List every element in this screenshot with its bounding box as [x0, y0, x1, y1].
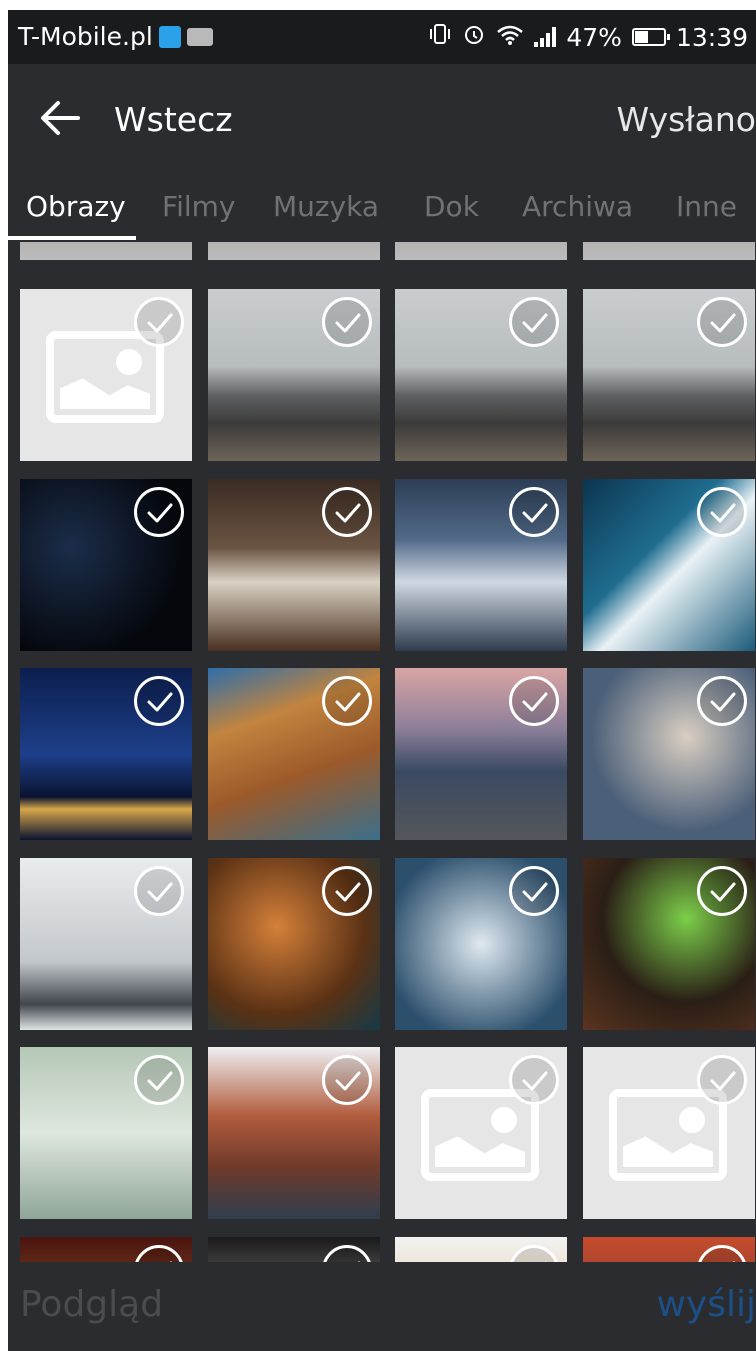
image-placeholder-icon — [421, 1089, 539, 1181]
preview-button[interactable]: Podgląd — [20, 1284, 163, 1325]
tab-filmy[interactable]: Filmy — [162, 190, 235, 223]
image-placeholder-icon — [46, 331, 164, 423]
image-tile[interactable] — [208, 1237, 380, 1262]
image-tile[interactable] — [208, 242, 380, 260]
active-tab-indicator — [8, 236, 136, 240]
image-tile[interactable] — [208, 668, 380, 840]
checkmark-icon[interactable] — [322, 487, 372, 537]
image-tile[interactable] — [583, 289, 755, 461]
status-bar: T-Mobile.pl 47% 13:39 — [8, 10, 756, 64]
battery-icon — [631, 28, 670, 46]
checkmark-icon[interactable] — [134, 676, 184, 726]
carrier-name: T-Mobile.pl — [18, 22, 153, 51]
clock: 13:39 — [675, 22, 748, 52]
checkmark-icon[interactable] — [509, 1245, 559, 1262]
checkmark-icon[interactable] — [134, 297, 184, 347]
image-tile[interactable] — [395, 858, 567, 1030]
back-arrow-icon[interactable] — [38, 96, 82, 140]
back-button[interactable]: Wstecz — [114, 100, 233, 139]
phone-screen: T-Mobile.pl 47% 13:39 Wstecz Wysłano Obr… — [8, 10, 756, 1351]
vibrate-icon — [428, 23, 452, 51]
checkmark-icon[interactable] — [509, 1055, 559, 1105]
checkmark-icon[interactable] — [697, 297, 747, 347]
checkmark-icon[interactable] — [322, 1055, 372, 1105]
checkmark-icon[interactable] — [134, 1245, 184, 1262]
image-placeholder-icon — [609, 1089, 727, 1181]
checkmark-icon[interactable] — [697, 487, 747, 537]
image-placeholder-tile[interactable] — [395, 1047, 567, 1219]
image-tile[interactable] — [583, 242, 755, 260]
sent-button[interactable]: Wysłano — [617, 100, 756, 139]
image-tile[interactable] — [583, 668, 755, 840]
checkmark-icon[interactable] — [509, 297, 559, 347]
image-tile[interactable] — [583, 479, 755, 651]
image-tile[interactable] — [208, 858, 380, 1030]
image-placeholder-tile[interactable] — [583, 1047, 755, 1219]
image-tile[interactable] — [20, 1047, 192, 1219]
image-tile[interactable] — [208, 289, 380, 461]
image-tile[interactable] — [208, 479, 380, 651]
status-bar-left: T-Mobile.pl — [18, 22, 213, 51]
checkmark-icon[interactable] — [322, 297, 372, 347]
checkmark-icon[interactable] — [134, 487, 184, 537]
image-grid[interactable] — [8, 242, 756, 1262]
checkmark-icon[interactable] — [697, 676, 747, 726]
image-tile[interactable] — [395, 289, 567, 461]
bottom-bar: Podgląd wyślij — [8, 1262, 756, 1351]
tab-archiwa[interactable]: Archiwa — [522, 190, 633, 223]
battery-percent: 47% — [566, 22, 622, 52]
tab-inne[interactable]: Inne — [676, 190, 737, 223]
bluetooth-app-icon — [158, 25, 181, 48]
tab-muzyka[interactable]: Muzyka — [273, 190, 379, 223]
app-bar: Wstecz Wysłano — [8, 64, 756, 172]
image-tile[interactable] — [395, 479, 567, 651]
image-tile[interactable] — [395, 668, 567, 840]
checkmark-icon[interactable] — [697, 1245, 747, 1262]
outlook-icon — [186, 27, 213, 46]
send-button[interactable]: wyślij — [656, 1284, 756, 1325]
image-tile[interactable] — [208, 1047, 380, 1219]
checkmark-icon[interactable] — [509, 676, 559, 726]
checkmark-icon[interactable] — [322, 866, 372, 916]
wifi-icon — [496, 23, 524, 52]
checkmark-icon[interactable] — [697, 1055, 747, 1105]
signal-icon — [534, 27, 557, 47]
image-tile[interactable] — [20, 242, 192, 260]
image-tile[interactable] — [395, 242, 567, 260]
tab-dok[interactable]: Dok — [424, 190, 479, 223]
checkmark-icon[interactable] — [322, 1245, 372, 1262]
image-tile[interactable] — [395, 1237, 567, 1262]
image-tile[interactable] — [583, 858, 755, 1030]
checkmark-icon[interactable] — [134, 1055, 184, 1105]
tab-obrazy[interactable]: Obrazy — [26, 190, 126, 223]
status-bar-right: 47% 13:39 — [428, 22, 748, 52]
image-tile[interactable] — [20, 1237, 192, 1262]
image-tile[interactable] — [20, 668, 192, 840]
image-tile[interactable] — [20, 858, 192, 1030]
image-tile[interactable] — [583, 1237, 755, 1262]
image-tile[interactable] — [20, 479, 192, 651]
image-placeholder-tile[interactable] — [20, 289, 192, 461]
checkmark-icon[interactable] — [509, 866, 559, 916]
checkmark-icon[interactable] — [509, 487, 559, 537]
category-tabs: Obrazy Filmy Muzyka Dok Archiwa Inne — [8, 172, 756, 242]
checkmark-icon[interactable] — [322, 676, 372, 726]
alarm-icon — [462, 22, 486, 52]
checkmark-icon[interactable] — [697, 866, 747, 916]
checkmark-icon[interactable] — [134, 866, 184, 916]
